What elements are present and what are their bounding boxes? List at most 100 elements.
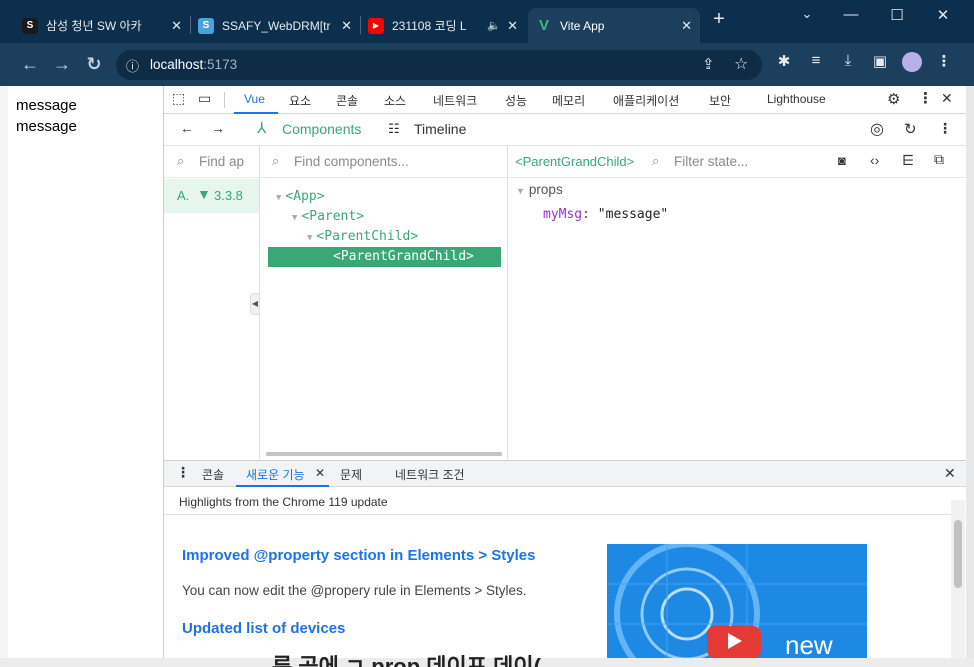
whats-new-subtitle: Highlights from the Chrome 119 update [179, 495, 388, 509]
whats-new-heading-devices[interactable]: Updated list of devices [182, 620, 345, 637]
tab-network[interactable]: 네트워크 [433, 92, 477, 109]
drawer-scrollbar[interactable] [951, 500, 965, 658]
timeline-icon: ☷ [388, 121, 400, 136]
show-render-code-icon[interactable]: ‹› [870, 152, 879, 168]
tree-node-selected[interactable]: <ParentGrandChild> [268, 247, 501, 267]
drawer-tab-network-conditions[interactable]: 네트워크 조건 [395, 466, 465, 483]
browser-tab-ssafy[interactable]: S 삼성 청년 SW 아카 ✕ [14, 8, 190, 43]
media-control-icon[interactable]: ≡ [804, 52, 828, 69]
inspect-element-icon[interactable]: ⬚ [172, 90, 185, 107]
find-app-search[interactable]: ⌕ Find ap [164, 146, 259, 178]
devtools-menu-icon[interactable]: ⋮ [918, 89, 933, 107]
expand-triangle-icon[interactable]: ▼ [307, 233, 312, 243]
settings-gear-icon[interactable]: ⚙ [887, 90, 900, 108]
tab-elements[interactable]: 요소 [289, 92, 311, 109]
forward-arrow-icon[interactable]: → [211, 120, 225, 136]
back-arrow-icon[interactable]: ← [18, 53, 42, 75]
tab-title: 삼성 청년 SW 아카 [46, 19, 142, 33]
side-panel-icon[interactable]: ▣ [868, 52, 892, 70]
app-list-item[interactable]: A. ▼ 3.3.8 [164, 179, 259, 213]
vue-menu-icon[interactable]: ⋮ [938, 120, 952, 137]
tab-vue[interactable]: Vue [244, 92, 265, 106]
vue-components-panel: ⌕ Find ap A. ▼ 3.3.8 ◀ ⌕ Find components… [164, 146, 967, 460]
extensions-icon[interactable]: ✱ [772, 52, 796, 70]
drawer-tab-issues[interactable]: 문제 [340, 466, 362, 483]
url-port: :5173 [203, 57, 238, 72]
devtools-tabbar: ⬚ ▭ Vue 요소 콘솔 소스 네트워크 성능 메모리 애플리케이션 보안 L… [164, 86, 967, 114]
devtools-panel: ⬚ ▭ Vue 요소 콘솔 소스 네트워크 성능 메모리 애플리케이션 보안 L… [163, 86, 967, 658]
whats-new-heading-property[interactable]: Improved @property section in Elements >… [182, 547, 535, 564]
tab-performance[interactable]: 성능 [505, 92, 527, 109]
close-tab-icon[interactable]: ✕ [681, 18, 692, 34]
tab-sources[interactable]: 소스 [384, 92, 406, 109]
close-drawer-tab-icon[interactable]: ✕ [315, 466, 325, 480]
close-drawer-icon[interactable]: ✕ [944, 465, 956, 482]
tab-memory[interactable]: 메모리 [552, 92, 585, 109]
close-devtools-icon[interactable]: ✕ [941, 90, 953, 107]
vue-favicon-icon: V [538, 17, 549, 34]
expand-triangle-icon[interactable]: ▼ [516, 186, 525, 196]
expand-triangle-icon[interactable]: ▼ [292, 213, 297, 223]
tab-application[interactable]: 애플리케이션 [613, 92, 679, 109]
back-arrow-icon[interactable]: ← [180, 120, 194, 136]
device-toolbar-icon[interactable]: ▭ [198, 90, 211, 107]
open-in-editor-icon[interactable]: ⧉ [934, 151, 944, 168]
download-icon[interactable]: ⤓ [836, 52, 860, 69]
new-tab-button[interactable]: + [704, 8, 734, 31]
minimize-icon[interactable]: — [836, 6, 866, 23]
drawer-menu-icon[interactable]: ⋮ [176, 464, 190, 481]
close-tab-icon[interactable]: ✕ [507, 18, 518, 34]
close-tab-icon[interactable]: ✕ [341, 18, 352, 34]
collapse-pane-handle[interactable]: ◀ [250, 293, 260, 315]
scroll-to-component-icon[interactable]: ◙ [838, 153, 846, 168]
share-icon[interactable]: ⇪ [702, 55, 715, 73]
inspector-header: <ParentGrandChild> ⌕ Filter state... ◙ ‹… [508, 146, 967, 178]
address-bar[interactable]: ⓘ localhost:5173 ⇪ ☆ [116, 50, 762, 80]
inspect-dom-icon[interactable]: ⋿ [902, 152, 914, 169]
find-app-input[interactable]: Find ap [199, 154, 244, 169]
ssafy-favicon-icon: S [22, 17, 38, 34]
browser-tab-vite-app[interactable]: V Vite App ✕ [528, 8, 700, 43]
url-text[interactable]: localhost:5173 [150, 57, 237, 72]
search-icon: ⌕ [177, 153, 185, 168]
props-section-header[interactable]: ▼ props [516, 182, 563, 197]
profile-avatar-icon[interactable] [900, 52, 924, 76]
search-icon: ⌕ [272, 153, 280, 168]
maximize-icon[interactable]: ☐ [882, 6, 912, 24]
whats-new-promo-video[interactable]: new [607, 544, 867, 658]
find-components-input[interactable]: Find components... [294, 154, 409, 169]
close-tab-icon[interactable]: ✕ [171, 18, 182, 34]
drawer-tab-whats-new[interactable]: 새로운 기능 [246, 466, 305, 483]
tree-node-parentchild[interactable]: ▼ <ParentChild> [307, 229, 418, 244]
tree-node-app[interactable]: ▼ <App> [276, 189, 325, 204]
expand-triangle-icon[interactable]: ▼ [276, 193, 281, 203]
tree-node-parent[interactable]: ▼ <Parent> [292, 209, 364, 224]
site-info-icon[interactable]: ⓘ [126, 56, 139, 75]
tab-search-icon[interactable]: ⌄ [792, 6, 822, 22]
browser-tab-webdrm[interactable]: S SSAFY_WebDRM[tr ✕ [190, 8, 360, 43]
tab-security[interactable]: 보안 [709, 92, 731, 109]
timeline-tab[interactable]: Timeline [414, 121, 466, 137]
prop-row[interactable]: myMsg: "message" [543, 207, 668, 222]
window-close-icon[interactable]: ✕ [928, 6, 958, 24]
select-component-target-icon[interactable]: ◎ [870, 119, 884, 139]
state-inspector-pane: <ParentGrandChild> ⌕ Filter state... ◙ ‹… [508, 146, 967, 460]
forward-arrow-icon[interactable]: → [50, 53, 74, 75]
refresh-icon[interactable]: ↻ [904, 120, 917, 138]
app-label: A. [177, 188, 190, 203]
browser-tab-youtube[interactable]: ▶ 231108 코딩 L 🔈 ✕ [360, 8, 526, 43]
bookmark-star-icon[interactable]: ☆ [734, 54, 748, 74]
tab-lighthouse[interactable]: Lighthouse [767, 92, 826, 106]
audio-playing-icon[interactable]: 🔈 [487, 19, 501, 32]
horizontal-scrollbar[interactable] [266, 452, 502, 456]
tab-strip: S 삼성 청년 SW 아카 ✕ S SSAFY_WebDRM[tr ✕ ▶ 23… [0, 0, 974, 43]
reload-icon[interactable]: ↻ [82, 53, 106, 75]
drawer-tab-console[interactable]: 콘솔 [202, 466, 224, 483]
browser-menu-icon[interactable]: ⋮ [932, 52, 956, 70]
components-tab[interactable]: Components [282, 121, 361, 137]
scrollbar-thumb[interactable] [954, 520, 962, 588]
tab-console[interactable]: 콘솔 [336, 92, 358, 109]
find-components-search[interactable]: ⌕ Find components... [260, 146, 507, 178]
filter-state-input[interactable]: Filter state... [674, 154, 748, 169]
page-viewport: message message [8, 86, 163, 658]
